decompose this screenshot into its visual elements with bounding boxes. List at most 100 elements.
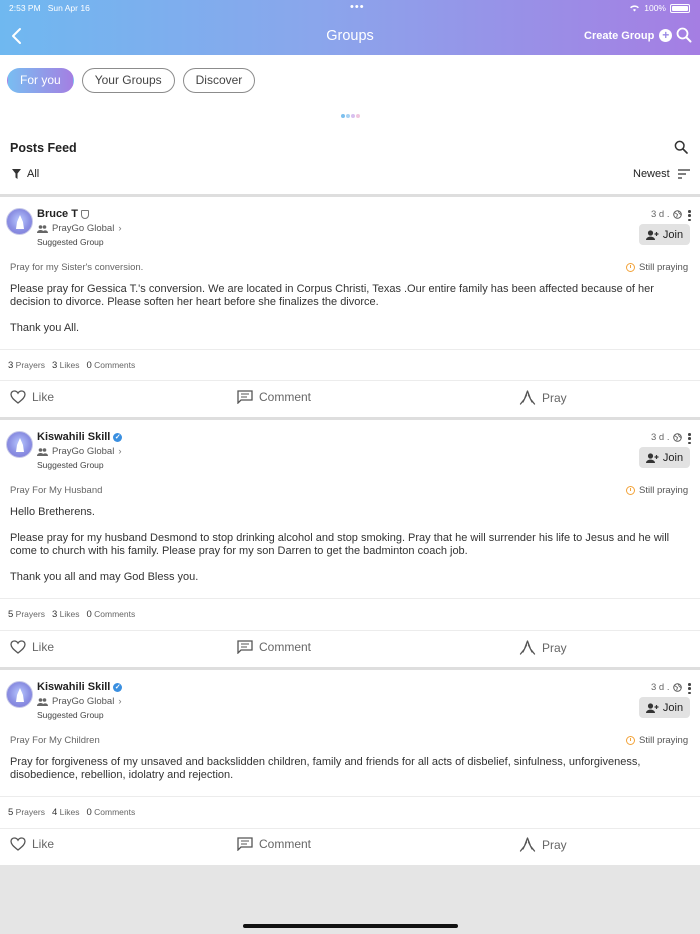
comment-icon: [237, 837, 253, 851]
battery-percent: 100%: [644, 3, 666, 13]
pray-button[interactable]: Pray: [519, 390, 567, 405]
pray-button[interactable]: Pray: [519, 640, 567, 655]
post-stats: 5 Prayers 3 Likes 0 Comments: [8, 609, 135, 620]
comments-count[interactable]: 0 Comments: [86, 360, 135, 371]
post-paragraph: Thank you all and may God Bless you.: [10, 571, 199, 583]
comments-count[interactable]: 0 Comments: [86, 807, 135, 818]
wifi-icon: [630, 5, 640, 12]
comment-button[interactable]: Comment: [237, 837, 311, 851]
pray-label: Pray: [542, 640, 567, 655]
post-stats: 5 Prayers 4 Likes 0 Comments: [8, 807, 135, 818]
pray-icon: [519, 837, 536, 852]
verified-icon: ✓: [113, 682, 123, 692]
join-button[interactable]: Join: [639, 224, 690, 245]
praying-hands-icon: [16, 688, 24, 702]
join-button[interactable]: Join: [639, 447, 690, 468]
battery-icon: [670, 3, 690, 13]
sort-icon: [677, 169, 690, 179]
likes-count[interactable]: 3 Likes: [52, 360, 80, 371]
post-time: 3 d .: [651, 682, 670, 693]
author-name[interactable]: Kiswahili Skill ✓: [37, 681, 123, 693]
group-link[interactable]: PrayGo Global ›: [37, 446, 121, 457]
group-icon: [37, 697, 48, 706]
add-user-icon: [645, 702, 659, 713]
status-time: 2:53 PM Sun Apr 16: [9, 3, 90, 13]
clock-icon: [626, 736, 635, 745]
sort-button[interactable]: Newest: [633, 168, 690, 180]
post-card: Bruce T PrayGo Global › Suggested Group …: [0, 197, 700, 418]
heart-icon: [10, 837, 26, 851]
divider: [0, 828, 700, 829]
comment-label: Comment: [259, 640, 312, 654]
sort-label: Newest: [633, 168, 670, 180]
filter-label: All: [27, 168, 40, 180]
pray-icon: [519, 640, 536, 655]
more-options-icon[interactable]: [688, 683, 691, 694]
like-button[interactable]: Like: [10, 640, 54, 654]
author-label: Kiswahili Skill: [37, 681, 111, 693]
join-label: Join: [662, 228, 684, 241]
add-user-icon: [645, 452, 659, 463]
post-card: Kiswahili Skill ✓ PrayGo Global › Sugges…: [0, 420, 700, 667]
like-label: Like: [32, 640, 55, 654]
top-bar: 2:53 PM Sun Apr 16 ••• 100% Groups Creat…: [0, 0, 700, 55]
group-name: PrayGo Global: [52, 223, 115, 234]
post-paragraph: Pray for forgiveness of my unsaved and b…: [10, 756, 641, 781]
filter-button[interactable]: All: [12, 168, 39, 180]
chevron-right-icon: ›: [118, 696, 122, 707]
loading-indicator: [341, 114, 360, 118]
comment-button[interactable]: Comment: [237, 390, 311, 404]
create-group-label: Create Group: [584, 29, 655, 42]
comment-icon: [237, 640, 253, 654]
more-options-icon[interactable]: [688, 433, 691, 444]
author-name[interactable]: Kiswahili Skill ✓: [37, 431, 123, 443]
heart-icon: [10, 640, 26, 654]
pray-button[interactable]: Pray: [519, 837, 567, 852]
post-paragraph: Please pray for my husband Desmond to st…: [10, 532, 670, 557]
suggested-label: Suggested Group: [37, 460, 104, 470]
author-label: Kiswahili Skill: [37, 431, 111, 443]
like-button[interactable]: Like: [10, 837, 54, 851]
post-time: 3 d .: [651, 432, 670, 443]
verified-icon: ✓: [113, 432, 123, 442]
post-meta: 3 d .: [651, 432, 682, 443]
likes-count[interactable]: 4 Likes: [52, 807, 80, 818]
posts-feed-title: Posts Feed: [10, 141, 77, 155]
post-actions: Like Comment Pray: [0, 640, 700, 660]
post-card: Kiswahili Skill ✓ PrayGo Global › Sugges…: [0, 670, 700, 865]
prayers-count[interactable]: 3 Prayers: [8, 360, 45, 371]
divider: [0, 630, 700, 631]
tab-your-groups[interactable]: Your Groups: [81, 68, 175, 93]
author-name[interactable]: Bruce T: [37, 208, 89, 220]
likes-count[interactable]: 3 Likes: [52, 609, 80, 620]
join-button[interactable]: Join: [639, 697, 690, 718]
post-paragraph: Hello Bretherens.: [10, 506, 95, 518]
suggested-label: Suggested Group: [37, 237, 104, 247]
avatar[interactable]: [6, 681, 33, 708]
more-options-icon[interactable]: [688, 210, 691, 221]
search-icon[interactable]: [676, 27, 692, 43]
group-tabs: For you Your Groups Discover: [7, 68, 256, 93]
status-label: Still praying: [639, 262, 689, 273]
tab-for-you[interactable]: For you: [7, 68, 74, 93]
praying-hands-icon: [16, 438, 24, 452]
post-paragraph: Thank you All.: [10, 322, 80, 334]
group-icon: [37, 224, 48, 233]
tab-discover[interactable]: Discover: [182, 68, 256, 93]
home-indicator[interactable]: [243, 924, 458, 928]
create-group-button[interactable]: Create Group +: [584, 29, 673, 42]
feed-search-icon[interactable]: [674, 140, 688, 154]
avatar[interactable]: [6, 431, 33, 458]
group-link[interactable]: PrayGo Global ›: [37, 696, 121, 707]
globe-icon: [672, 210, 682, 219]
prayers-count[interactable]: 5 Prayers: [8, 609, 45, 620]
prayers-count[interactable]: 5 Prayers: [8, 807, 45, 818]
avatar[interactable]: [6, 208, 33, 235]
group-link[interactable]: PrayGo Global ›: [37, 223, 121, 234]
like-button[interactable]: Like: [10, 390, 54, 404]
comments-count[interactable]: 0 Comments: [86, 609, 135, 620]
plus-icon: +: [659, 29, 673, 42]
multitask-dots[interactable]: •••: [350, 1, 365, 13]
join-label: Join: [662, 451, 684, 464]
comment-button[interactable]: Comment: [237, 640, 311, 654]
